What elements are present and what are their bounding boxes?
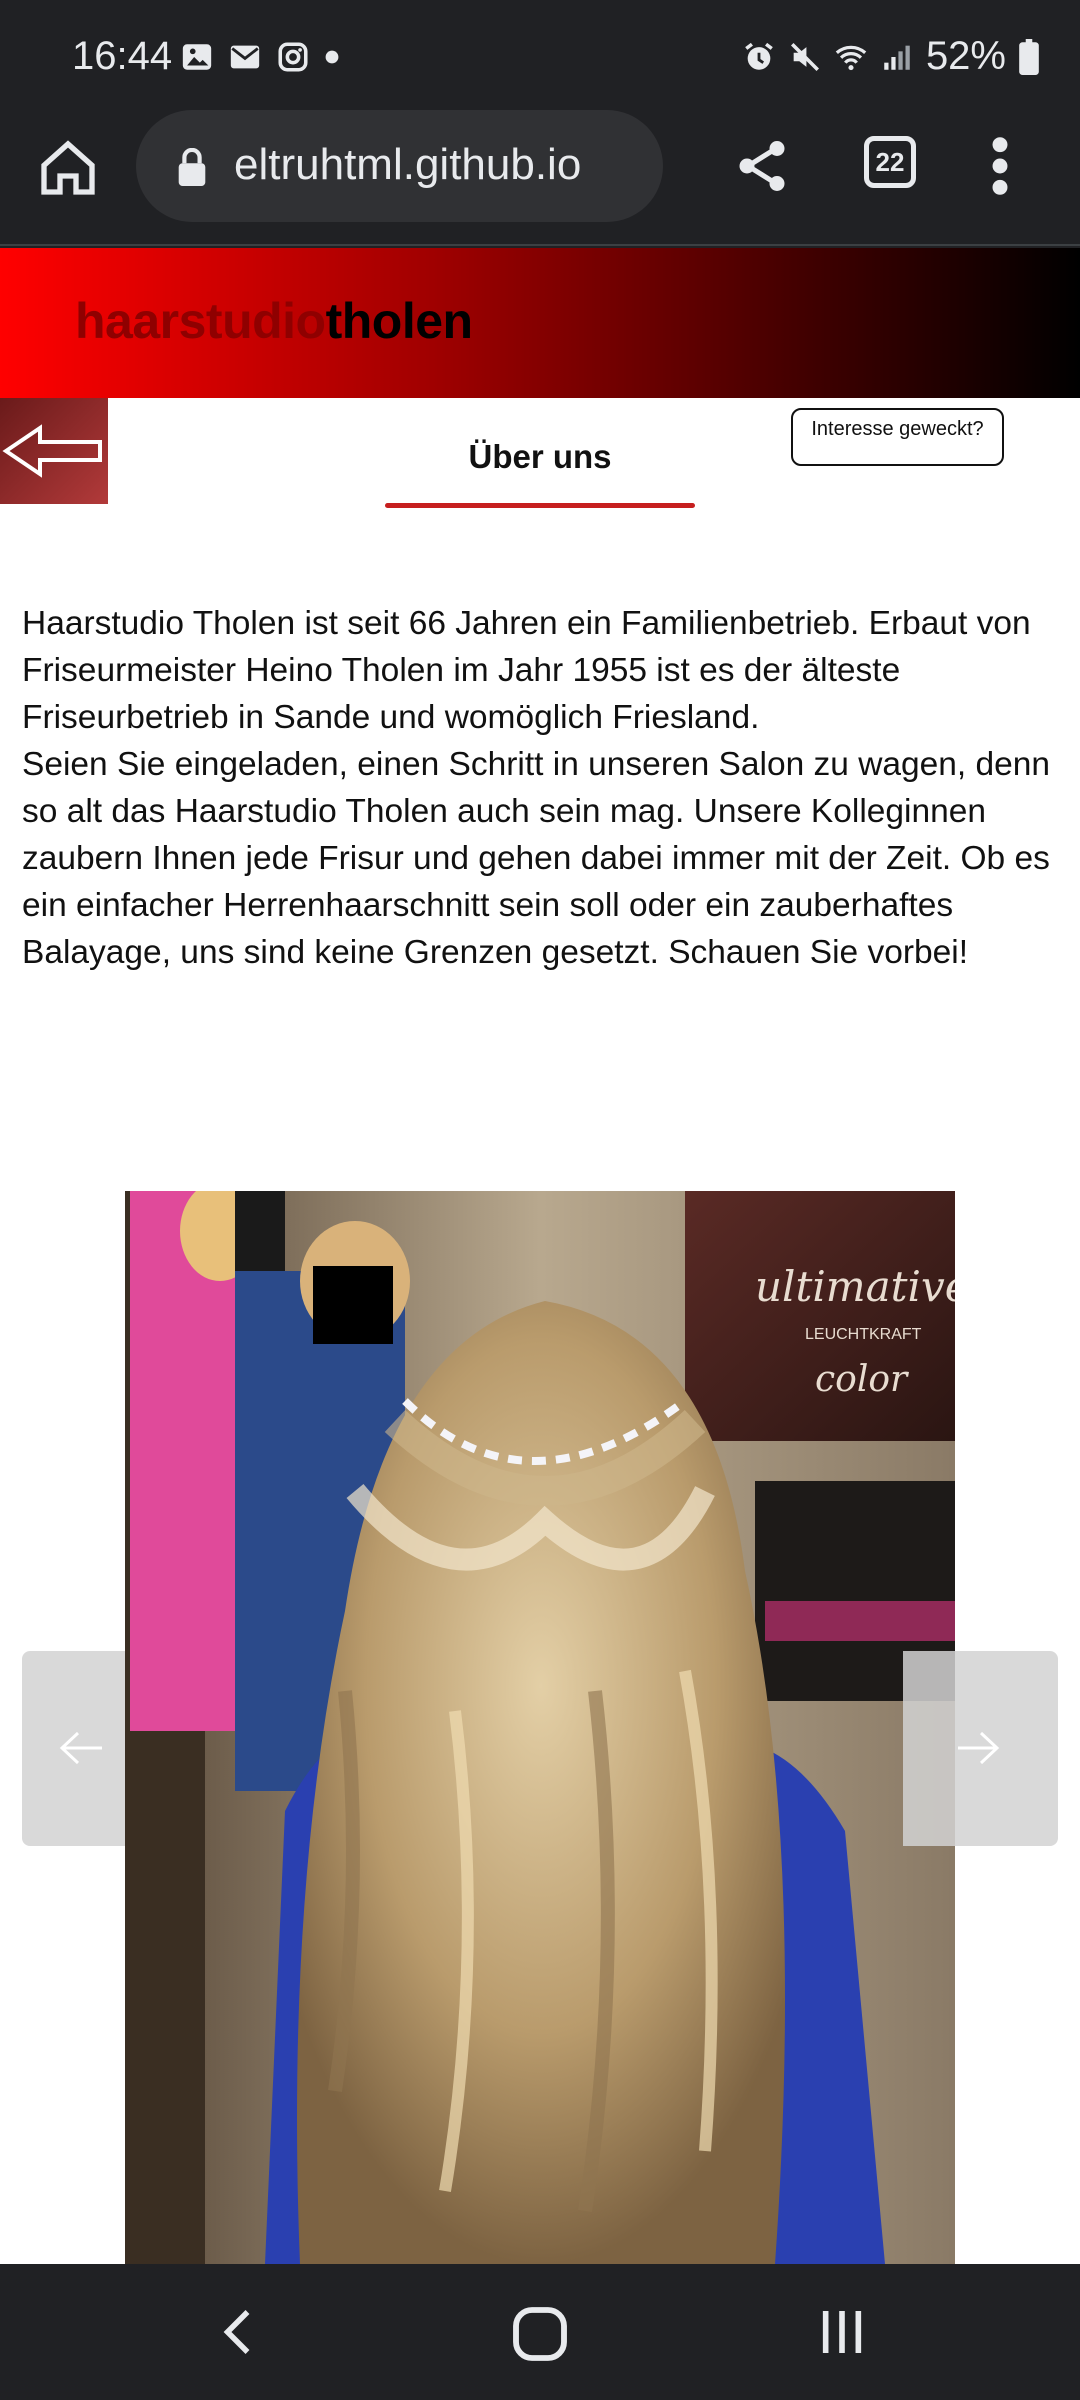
about-paragraph-2: Seien Sie eingeladen, einen Schritt in u…: [22, 746, 1051, 971]
carousel-next-button[interactable]: [903, 1651, 1058, 1846]
poster-text-color: color: [815, 1359, 909, 1400]
share-icon[interactable]: [732, 134, 792, 198]
battery-percent: 52%: [925, 34, 1006, 78]
address-bar[interactable]: eltruhtml.github.io: [136, 110, 663, 222]
salon-photo: ultimative LEUCHTKRAFT color: [125, 1191, 955, 2264]
poster-text-leuchtkraft: LEUCHTKRAFT: [805, 1326, 922, 1343]
back-button[interactable]: [0, 398, 108, 504]
wifi-icon: [835, 45, 867, 70]
logo-part-haarstudio: haarstudio: [75, 293, 326, 349]
web-page: haarstudiotholen Über uns Interesse gewe…: [0, 248, 1080, 2264]
section-title: Über uns: [468, 438, 612, 475]
notification-icons: [180, 40, 340, 74]
lock-icon[interactable]: [176, 148, 208, 186]
arrow-right-icon: [958, 1731, 1000, 1765]
mute-icon: [790, 42, 819, 71]
poster-text-ultimative: ultimative: [755, 1262, 955, 1311]
instagram-icon: [278, 42, 308, 72]
status-bar: 16:44 52%: [0, 0, 1080, 110]
signal-icon: [884, 45, 910, 70]
status-time: 16:44: [72, 34, 173, 78]
site-header: haarstudiotholen: [0, 248, 1080, 398]
nav-back-icon[interactable]: [210, 2300, 270, 2364]
carousel-prev-button[interactable]: [22, 1651, 125, 1846]
logo-part-tholen: tholen: [325, 293, 473, 349]
gallery-icon: [182, 44, 212, 70]
more-menu-icon[interactable]: [988, 134, 1012, 198]
hairstyle-photo: ultimative LEUCHTKRAFT color: [125, 1191, 955, 2264]
dot-icon: [325, 50, 339, 64]
alarm-icon: [745, 42, 773, 70]
arrow-left-icon: [59, 1731, 102, 1765]
home-icon[interactable]: [36, 136, 100, 200]
system-nav-bar: [0, 2264, 1080, 2400]
about-text: Haarstudio Tholen ist seit 66 Jahren ein…: [22, 600, 1062, 976]
arrow-left-icon: [2, 424, 102, 478]
nav-home-icon[interactable]: [508, 2302, 572, 2366]
interest-button[interactable]: Interesse geweckt?: [791, 408, 1004, 466]
site-logo[interactable]: haarstudiotholen: [75, 292, 473, 350]
nav-recents-icon[interactable]: [810, 2304, 874, 2360]
tab-switcher-button[interactable]: 22: [864, 136, 916, 188]
about-paragraph-1: Haarstudio Tholen ist seit 66 Jahren ein…: [22, 605, 1031, 736]
system-icons: 52%: [742, 34, 1040, 79]
mail-icon: [230, 45, 260, 69]
url-text[interactable]: eltruhtml.github.io: [234, 140, 581, 190]
section-underline: [385, 503, 695, 508]
battery-icon: [1019, 38, 1039, 75]
browser-toolbar: eltruhtml.github.io 22: [0, 110, 1080, 246]
